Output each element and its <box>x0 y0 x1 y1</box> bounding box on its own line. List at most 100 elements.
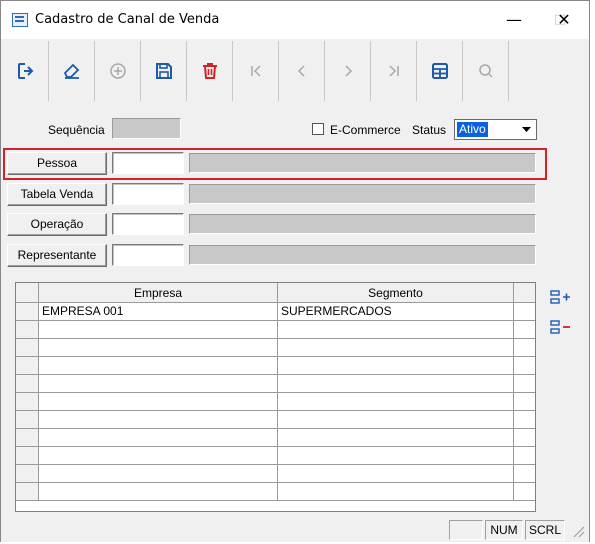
last-record-icon <box>388 65 399 77</box>
status-panel-empty <box>449 520 483 540</box>
eraser-icon <box>63 63 79 79</box>
cell-segmento[interactable] <box>278 321 514 339</box>
resize-grip-icon[interactable] <box>571 524 585 538</box>
row-filler <box>514 465 535 483</box>
row-filler <box>514 303 535 321</box>
table-view-button[interactable] <box>417 41 463 101</box>
cell-empresa[interactable] <box>39 429 278 447</box>
search-button[interactable] <box>463 41 509 101</box>
cell-segmento[interactable] <box>278 393 514 411</box>
column-header-empresa[interactable]: Empresa <box>39 283 278 303</box>
clear-button[interactable] <box>49 41 95 101</box>
cell-segmento[interactable] <box>278 375 514 393</box>
chevron-down-icon[interactable] <box>518 121 535 138</box>
cell-segmento[interactable] <box>278 411 514 429</box>
cell-empresa[interactable] <box>39 393 278 411</box>
operacao-code-input[interactable] <box>112 213 184 235</box>
exit-icon <box>17 63 33 79</box>
row-indicator[interactable] <box>16 357 39 375</box>
row-filler <box>514 483 535 501</box>
cell-empresa[interactable] <box>39 465 278 483</box>
add-row-button[interactable] <box>548 286 574 310</box>
row-indicator[interactable] <box>16 339 39 357</box>
status-label: Status <box>412 123 447 137</box>
cell-empresa[interactable] <box>39 483 278 501</box>
pessoa-code-input[interactable] <box>112 152 184 174</box>
cell-empresa[interactable] <box>39 357 278 375</box>
status-bar: NUM SCRL <box>1 518 589 542</box>
remove-row-button[interactable] <box>548 316 574 340</box>
cell-segmento[interactable] <box>278 429 514 447</box>
next-record-button[interactable] <box>325 41 371 101</box>
previous-record-button[interactable] <box>279 41 325 101</box>
title-bar: Cadastro de Canal de Venda — □ ✕ <box>1 1 589 39</box>
cell-empresa[interactable] <box>39 321 278 339</box>
first-record-icon <box>250 65 261 77</box>
save-icon <box>155 63 172 79</box>
grid-filler-header <box>514 283 535 303</box>
cell-empresa[interactable]: EMPRESA 001 <box>39 303 278 321</box>
row-filler <box>514 447 535 465</box>
row-indicator[interactable] <box>16 465 39 483</box>
row-indicator[interactable] <box>16 429 39 447</box>
row-indicator[interactable] <box>16 393 39 411</box>
row-indicator[interactable] <box>16 411 39 429</box>
row-filler <box>514 357 535 375</box>
row-filler <box>514 339 535 357</box>
cell-segmento[interactable] <box>278 465 514 483</box>
close-button[interactable]: ✕ <box>542 5 586 35</box>
cell-empresa[interactable] <box>39 375 278 393</box>
previous-record-icon <box>297 65 305 77</box>
row-filler <box>514 393 535 411</box>
tabela-venda-code-input[interactable] <box>112 183 184 205</box>
exit-button[interactable] <box>3 41 49 101</box>
table-icon <box>431 63 448 79</box>
cell-segmento[interactable] <box>278 339 514 357</box>
row-indicator[interactable] <box>16 321 39 339</box>
row-filler <box>514 411 535 429</box>
row-indicator[interactable] <box>16 303 39 321</box>
toolbar <box>1 39 589 103</box>
minimize-button[interactable]: — <box>491 5 537 35</box>
cell-empresa[interactable] <box>39 339 278 357</box>
cell-segmento[interactable]: SUPERMERCADOS <box>278 303 514 321</box>
row-indicator[interactable] <box>16 447 39 465</box>
operacao-button[interactable]: Operação <box>7 213 107 236</box>
column-header-segmento[interactable]: Segmento <box>278 283 514 303</box>
cell-segmento[interactable] <box>278 357 514 375</box>
ecommerce-checkbox[interactable] <box>312 123 324 135</box>
search-icon <box>478 64 493 78</box>
last-record-button[interactable] <box>371 41 417 101</box>
cell-segmento[interactable] <box>278 447 514 465</box>
status-selected-value: Ativo <box>456 121 489 138</box>
representante-code-input[interactable] <box>112 244 184 266</box>
status-select[interactable]: Ativo <box>454 119 537 140</box>
trash-icon <box>202 63 217 79</box>
row-indicator[interactable] <box>16 375 39 393</box>
representante-button[interactable]: Representante <box>7 244 107 267</box>
sequencia-field[interactable] <box>112 118 181 139</box>
cell-segmento[interactable] <box>278 483 514 501</box>
add-row-icon <box>550 290 570 304</box>
status-panel-num: NUM <box>485 520 523 540</box>
cell-empresa[interactable] <box>39 411 278 429</box>
row-filler <box>514 321 535 339</box>
first-record-button[interactable] <box>233 41 279 101</box>
sequencia-label: Sequência <box>48 123 105 137</box>
ecommerce-label: E-Commerce <box>330 123 401 137</box>
remove-row-icon <box>550 320 570 334</box>
representante-description-field <box>189 245 536 265</box>
operacao-description-field <box>189 214 536 234</box>
tabela-venda-button[interactable]: Tabela Venda <box>7 183 107 206</box>
row-indicator[interactable] <box>16 483 39 501</box>
add-circle-icon <box>109 63 126 79</box>
window-title: Cadastro de Canal de Venda <box>35 12 220 27</box>
delete-button[interactable] <box>187 41 233 101</box>
save-button[interactable] <box>141 41 187 101</box>
app-window-icon <box>12 13 28 27</box>
row-filler <box>514 429 535 447</box>
pessoa-button[interactable]: Pessoa <box>7 152 107 175</box>
cell-empresa[interactable] <box>39 447 278 465</box>
empresa-segmento-grid[interactable]: Empresa Segmento EMPRESA 001 SUPERMERCADO… <box>15 282 536 512</box>
add-button[interactable] <box>95 41 141 101</box>
